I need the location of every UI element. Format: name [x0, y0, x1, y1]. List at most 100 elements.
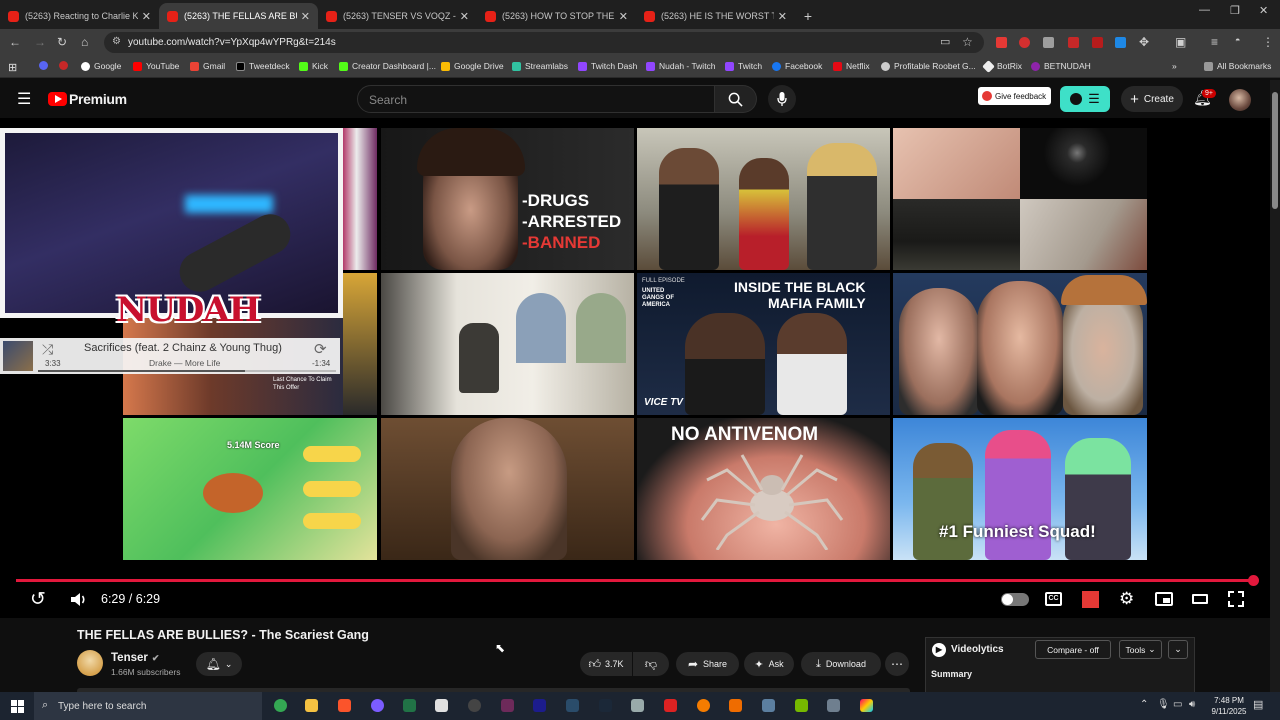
sponsor-extension-icon[interactable]	[1082, 591, 1099, 608]
bookmark-creator-dashboard[interactable]: Creator Dashboard |...	[339, 61, 436, 71]
search-input[interactable]: Search	[357, 85, 715, 113]
download-button[interactable]: ⤓ Download	[801, 652, 881, 676]
bookmark-facebook[interactable]: Facebook	[772, 61, 822, 71]
bookmark-betnudah[interactable]: BETNUDAH	[1031, 61, 1091, 71]
file-explorer-icon[interactable]	[305, 699, 318, 712]
bookmark-tweetdeck[interactable]: Tweetdeck	[236, 61, 290, 71]
speaker-icon[interactable]: 🔊︎	[1189, 699, 1195, 710]
close-window-icon[interactable]: ✕	[1259, 4, 1268, 17]
compare-toggle[interactable]: Compare - off	[1035, 640, 1111, 659]
taskbar-search-input[interactable]: ⌕ Type here to search	[34, 692, 262, 720]
more-actions-button[interactable]: ⋯	[885, 652, 909, 676]
bookmark-youtube[interactable]: YouTube	[133, 61, 179, 71]
ask-button[interactable]: ✦ Ask	[744, 652, 794, 676]
app-taskbar-icon[interactable]	[371, 699, 384, 712]
back-icon[interactable]: ←	[9, 35, 21, 49]
extensions-puzzle-icon[interactable]: ✥	[1139, 35, 1149, 49]
close-tab-icon[interactable]: ✕	[142, 10, 151, 23]
calculator-icon[interactable]	[827, 699, 840, 712]
nvidia-icon[interactable]	[795, 699, 808, 712]
settings-gear-icon[interactable]: ⚙	[1119, 589, 1134, 609]
app-taskbar-icon[interactable]	[762, 699, 775, 712]
obs-icon[interactable]	[468, 699, 481, 712]
fullscreen-icon[interactable]	[1228, 591, 1244, 607]
replay-icon[interactable]: ↺	[30, 588, 46, 611]
page-scrollbar[interactable]	[1270, 80, 1280, 692]
bookmarks-overflow-icon[interactable]: »	[1172, 61, 1177, 71]
extension-icon[interactable]	[1115, 37, 1126, 48]
site-info-icon[interactable]: ⚙	[112, 36, 121, 47]
restore-icon[interactable]: ❐	[1230, 4, 1240, 17]
reload-icon[interactable]: ↻	[57, 35, 67, 49]
red-circle-icon[interactable]	[59, 61, 72, 70]
reading-list-icon[interactable]: ≡	[1211, 35, 1218, 49]
autoplay-toggle[interactable]	[1001, 593, 1029, 606]
close-tab-icon[interactable]: ✕	[301, 10, 310, 23]
close-tab-icon[interactable]: ✕	[778, 10, 787, 23]
bookmark-roobet[interactable]: Profitable Roobet G...	[881, 61, 976, 71]
side-panel-icon[interactable]: ▣	[1175, 35, 1186, 49]
hamburger-menu-icon[interactable]: ☰	[17, 89, 31, 109]
channel-name[interactable]: Tenser ✔	[111, 652, 159, 664]
dislike-button[interactable]: 👎︎	[633, 652, 669, 676]
scrollbar-thumb[interactable]	[1272, 92, 1278, 209]
bookmark-kick[interactable]: Kick	[299, 61, 328, 71]
notifications-center-icon[interactable]: ▤	[1253, 698, 1263, 711]
tab-fellas[interactable]: (5263) THE FELLAS ARE BULLIES?✕	[159, 3, 318, 29]
close-tab-icon[interactable]: ✕	[460, 10, 469, 23]
tools-dropdown[interactable]: Tools ⌄	[1119, 640, 1162, 659]
bookmark-botrix[interactable]: BotRix	[982, 59, 1022, 73]
collapse-panel-button[interactable]: ⌄	[1168, 640, 1188, 659]
bookmark-nudah-twitch[interactable]: Nudah - Twitch	[646, 61, 716, 71]
app-taskbar-icon[interactable]	[664, 699, 677, 712]
windows-start-icon[interactable]	[11, 700, 24, 713]
captions-icon[interactable]: CC	[1045, 592, 1062, 606]
apps-icon[interactable]: ⊞	[8, 61, 17, 74]
clock-date[interactable]: 9/11/2025	[1205, 707, 1253, 716]
minimize-icon[interactable]: —	[1199, 4, 1210, 16]
theater-mode-icon[interactable]	[1192, 594, 1208, 604]
cast-icon[interactable]: ▭	[940, 35, 950, 48]
app-taskbar-icon[interactable]	[631, 699, 644, 712]
scrubber-handle[interactable]	[1248, 575, 1259, 586]
bookmark-star-icon[interactable]: ☆	[962, 35, 973, 49]
tab-tenser-vs-voqz[interactable]: (5263) TENSER VS VOQZ - YouT✕	[318, 3, 477, 29]
extension-icon[interactable]	[1092, 37, 1103, 48]
bookmark-twitch[interactable]: Twitch	[725, 61, 762, 71]
app-taskbar-icon[interactable]	[729, 699, 742, 712]
url-field[interactable]: ⚙ youtube.com/watch?v=YpXqp4wYPRg&t=214s	[104, 32, 984, 53]
all-bookmarks[interactable]: All Bookmarks	[1204, 61, 1271, 71]
close-tab-icon[interactable]: ✕	[619, 10, 628, 23]
capcut-icon[interactable]	[566, 699, 579, 712]
extension-icon[interactable]	[996, 37, 1007, 48]
extension-menu-button[interactable]: ☰	[1060, 86, 1110, 112]
bookmark-netflix[interactable]: Netflix	[833, 61, 870, 71]
bookmark-gmail[interactable]: Gmail	[190, 61, 225, 71]
tab-how-to-stop[interactable]: (5263) HOW TO STOP THE CLO✕	[477, 3, 636, 29]
brave-icon[interactable]	[338, 699, 351, 712]
app-taskbar-icon[interactable]	[697, 699, 710, 712]
app-taskbar-icon[interactable]	[860, 699, 873, 712]
new-tab-button[interactable]: +	[795, 3, 821, 29]
notification-bell-button[interactable]: 🔔︎ ⌄	[196, 652, 242, 676]
voice-search-button[interactable]	[768, 85, 796, 113]
menu-icon[interactable]: ⋮	[1262, 35, 1274, 49]
excel-icon[interactable]	[403, 699, 416, 712]
network-icon[interactable]: ▭	[1173, 699, 1182, 710]
tray-chevron-icon[interactable]: ⌃	[1140, 699, 1148, 710]
bookmark-twitch-dash[interactable]: Twitch Dash	[578, 61, 637, 71]
volume-icon[interactable]	[70, 592, 88, 607]
tab-worst-team[interactable]: (5263) HE IS THE WORST TEAM✕	[636, 3, 795, 29]
home-icon[interactable]: ⌂	[81, 35, 88, 49]
app-taskbar-icon[interactable]	[501, 699, 514, 712]
like-button[interactable]: 👍︎ 3.7K	[580, 652, 632, 676]
extension-icon[interactable]	[1019, 37, 1030, 48]
chrome-taskbar-icon[interactable]	[274, 699, 287, 712]
bookmark-google-drive[interactable]: Google Drive	[441, 61, 504, 71]
tab-reacting[interactable]: (5263) Reacting to Charlie Kirk ✕	[0, 3, 159, 29]
notepad-icon[interactable]	[435, 699, 448, 712]
profile-icon[interactable]: ◓	[1235, 35, 1240, 45]
youtube-logo-icon[interactable]	[48, 92, 67, 106]
account-avatar[interactable]	[1229, 89, 1251, 111]
clock-time[interactable]: 7:48 PM	[1209, 696, 1249, 705]
